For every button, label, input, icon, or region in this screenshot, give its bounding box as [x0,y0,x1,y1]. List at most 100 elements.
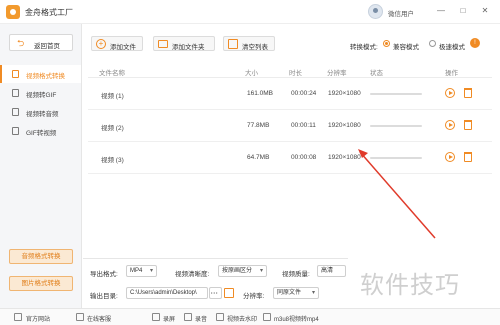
chevron-down-icon: ▾ [311,290,315,296]
chevron-down-icon: ▾ [259,268,263,274]
quality-select[interactable]: 高清 [317,265,346,277]
sidebar-item-label: GIF转视频 [26,130,57,137]
minimize-icon[interactable]: — [436,6,446,16]
toolbar: + 添加文件 添加文件夹 清空列表 转换模式: 兼容模式 极速模式 ! [83,24,500,64]
column-name: 文件名称 [99,70,125,77]
clarity-select[interactable]: 按原画区分 ▾ [218,265,267,277]
column-duration: 时长 [289,70,302,77]
trash-icon[interactable] [464,120,472,130]
play-icon[interactable] [445,120,455,130]
output-format-select[interactable]: MP4 ▾ [126,265,157,277]
sidebar-item-video-to-gif[interactable]: 视频转GIF [0,84,81,102]
output-dir-input[interactable]: C:\Users\admin\Desktop\ [126,287,208,299]
resolution-select[interactable]: 同原文件 ▾ [273,287,319,299]
add-folder-label: 添加文件夹 [172,44,205,51]
table-row[interactable]: 视频 (3) 64.7MB 00:00:08 1920×1080 [88,142,492,174]
fast-mode-label[interactable]: 极速模式 [439,41,465,51]
add-folder-button[interactable]: 添加文件夹 [153,36,215,51]
file-resolution: 1920×1080 [328,154,361,161]
file-size: 64.7MB [247,154,270,161]
output-format-value: MP4 [130,268,143,274]
sidebar-item-label: 视频格式转换 [26,73,65,80]
add-file-label: 添加文件 [110,44,136,51]
add-file-button[interactable]: + 添加文件 [91,36,143,51]
file-duration: 00:00:11 [291,122,316,129]
footer-link-record-screen[interactable]: 录屏 [163,314,175,323]
footer-link-support[interactable]: 在线客服 [87,314,111,323]
chat-icon [76,313,84,321]
clarity-value: 按原画区分 [222,268,253,274]
compat-mode-radio[interactable] [383,40,390,47]
file-name: 视频 (3) [101,157,124,164]
sidebar-item-video-to-audio[interactable]: 视频转音频 [0,103,81,121]
quality-label: 视频质量: [282,271,310,278]
m3u8-icon [263,313,271,321]
more-icon: • • • [211,290,218,295]
column-actions: 操作 [445,70,458,77]
file-size: 77.8MB [247,122,270,129]
audio-icon [12,108,19,116]
footer-link-website[interactable]: 官方网站 [26,314,50,323]
home-icon [14,313,22,321]
output-settings-panel: 导出格式: MP4 ▾ 视频清晰度: 按原画区分 ▾ 视频质量: 高清 输出目录: … [83,258,348,306]
file-resolution: 1920×1080 [328,122,361,129]
progress-bar [370,157,422,159]
user-name[interactable]: 微信用户 [388,8,414,18]
clear-list-button[interactable]: 清空列表 [223,36,275,51]
footer-link-remove-watermark[interactable]: 视频去水印 [227,314,257,323]
progress-bar [370,93,422,95]
back-arrow-icon: ⮌ [17,38,25,48]
convert-mode-label: 转换模式: [350,44,378,51]
table-row[interactable]: 视频 (2) 77.8MB 00:00:11 1920×1080 [88,110,492,142]
column-size: 大小 [245,70,258,77]
progress-bar [370,125,422,127]
add-icon: + [96,39,106,49]
maximize-icon[interactable]: □ [458,6,468,16]
watermark-text: 软件技巧 [360,272,460,299]
sidebar-item-label: 视频转音频 [26,111,59,118]
clarity-label: 视频清晰度: [175,271,210,278]
output-format-label: 导出格式: [90,271,118,278]
record-audio-icon [184,313,192,321]
play-icon[interactable] [445,152,455,162]
clear-icon [228,39,238,49]
fast-mode-radio[interactable] [429,40,436,47]
chevron-down-icon: ▾ [149,268,153,274]
user-avatar[interactable] [368,4,383,19]
file-resolution: 1920×1080 [328,90,361,97]
output-dir-label: 输出目录: [90,293,118,300]
app-title: 金舟格式工厂 [25,8,73,17]
footer-bar: 官方网站 在线客服 录屏 录音 视频去水印 m3u8视频转mp4 [0,308,500,325]
back-home-button[interactable]: ⮌ 返回首页 [9,34,73,51]
file-duration: 00:00:08 [291,154,317,161]
help-icon[interactable]: ! [470,38,480,48]
audio-convert-button[interactable]: 音频格式转换 [9,249,73,264]
sidebar-item-gif-to-video[interactable]: GIF转视频 [0,122,81,140]
clear-list-label: 清空列表 [242,44,268,51]
open-folder-icon[interactable] [224,288,234,298]
app-logo-icon [6,5,20,19]
sidebar: ⮌ 返回首页 视频格式转换 视频转GIF 视频转音频 GIF转视频 音频格式转换… [0,24,82,308]
play-icon[interactable] [445,88,455,98]
gif-to-video-icon [12,127,19,135]
trash-icon[interactable] [464,152,472,162]
video-convert-icon [12,70,19,78]
back-home-label: 返回首页 [34,43,60,50]
close-icon[interactable]: ✕ [480,6,490,16]
column-status: 状态 [370,70,383,77]
compat-mode-label[interactable]: 兼容模式 [393,41,419,51]
title-bar: 金舟格式工厂 微信用户 — □ ✕ [0,0,500,24]
resolution-value: 同原文件 [277,290,302,296]
record-screen-icon [152,313,160,321]
footer-link-record-audio[interactable]: 录音 [195,314,207,323]
trash-icon[interactable] [464,88,472,98]
image-convert-button[interactable]: 图片格式转换 [9,276,73,291]
output-dir-value: C:\Users\admin\Desktop\ [130,290,197,296]
browse-more-button[interactable]: • • • [209,287,222,299]
sidebar-item-video-convert[interactable]: 视频格式转换 [0,65,81,83]
table-row[interactable]: 视频 (1) 161.0MB 00:00:24 1920×1080 [88,78,492,110]
file-duration: 00:00:24 [291,90,317,97]
column-resolution: 分辨率 [327,70,347,77]
file-name: 视频 (2) [101,125,124,132]
footer-link-m3u8[interactable]: m3u8视频转mp4 [274,314,319,323]
